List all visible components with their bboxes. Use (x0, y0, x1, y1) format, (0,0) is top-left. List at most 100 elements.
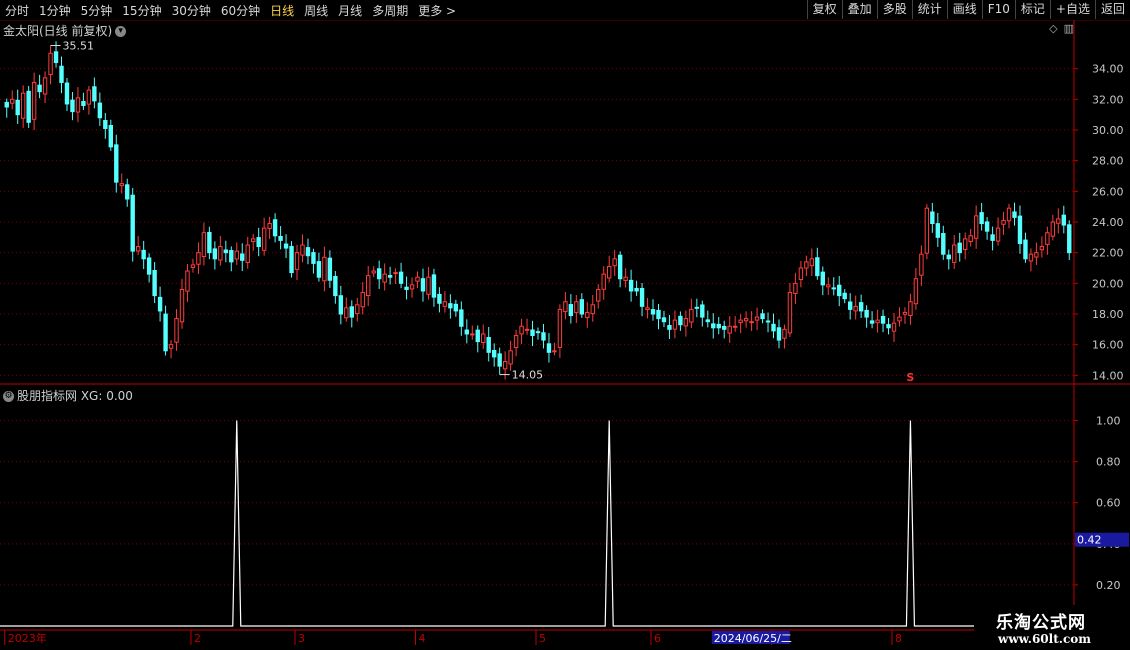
candle-body (886, 324, 891, 329)
candle-body (902, 311, 908, 315)
price-chart[interactable]: 14.00 16.00 18.00 20.00 22.00 24.00 26.00 28.00… (0, 0, 1130, 650)
candle-body (683, 318, 689, 327)
candle-body (196, 252, 201, 265)
candle-body (1056, 218, 1061, 224)
candle-body (656, 309, 661, 320)
candle-body (376, 268, 382, 280)
candle-body (847, 301, 853, 310)
x-tick-label: 8 (895, 632, 902, 645)
candle-body (1006, 207, 1012, 222)
candle-body (327, 257, 333, 281)
candle-body (645, 307, 650, 311)
candle-body (546, 343, 552, 353)
candle-body (212, 248, 218, 260)
candle-body (497, 353, 502, 367)
candle-body (875, 319, 880, 324)
candle-body (190, 264, 196, 268)
candle-body (990, 234, 995, 241)
candle-body (97, 102, 103, 119)
candle-body (300, 244, 305, 256)
candle-body (146, 257, 152, 275)
candle-body (53, 51, 59, 64)
candle-body (135, 246, 141, 252)
candle-body (705, 319, 710, 323)
candle-body (218, 246, 223, 261)
candle-body (590, 304, 595, 315)
candle-body (711, 323, 716, 329)
candle-body (64, 82, 70, 105)
candle-body (81, 101, 86, 106)
candle-body (809, 258, 815, 267)
candle-body (453, 303, 459, 312)
candle-body (387, 275, 393, 278)
y-tick-label: 16.00 (1092, 339, 1124, 352)
y-tick-label: 22.00 (1092, 247, 1124, 260)
indicator-y-tick-label: 1.00 (1096, 415, 1121, 428)
candle-body (491, 349, 497, 358)
y-tick-label: 26.00 (1092, 185, 1124, 198)
candle-body (771, 323, 776, 332)
candle-body (311, 252, 316, 264)
candle-body (787, 292, 793, 334)
candle-body (426, 276, 431, 295)
candle-body (10, 98, 15, 104)
candle-body (596, 288, 601, 302)
high-label: 35.51 (63, 40, 95, 53)
candle-body (229, 250, 234, 263)
y-tick-label: 32.00 (1092, 93, 1124, 106)
candle-body (437, 293, 442, 304)
candle-body (464, 329, 469, 335)
candle-body (732, 325, 738, 328)
candle-body (557, 308, 563, 348)
candle-body (607, 265, 612, 279)
candle-body (765, 320, 771, 323)
candle-body (294, 252, 300, 270)
candle-body (157, 296, 163, 312)
candle-body (880, 315, 886, 324)
candle-body (891, 322, 897, 332)
y-tick-label: 24.00 (1092, 216, 1124, 229)
candle-body (163, 313, 168, 352)
candle-body (519, 325, 524, 335)
candle-body (371, 270, 376, 274)
candle-body (617, 254, 623, 280)
candle-body (678, 315, 683, 326)
candle-body (782, 328, 787, 339)
candle-body (245, 244, 250, 263)
candle-body (864, 309, 869, 318)
candle-body (952, 244, 957, 263)
candle-body (1039, 246, 1045, 251)
cursor-value-label: 0.42 (1077, 534, 1102, 547)
candle-body (579, 299, 585, 315)
candle-body (75, 97, 81, 113)
y-tick-label: 34.00 (1092, 63, 1124, 76)
watermark: 乐淘公式网 www.60lt.com (974, 605, 1130, 650)
candle-body (366, 275, 371, 297)
candle-body (278, 235, 283, 241)
candle-body (481, 333, 486, 344)
candle-body (174, 318, 179, 343)
candle-body (639, 287, 645, 307)
candle-body (1050, 221, 1056, 237)
candle-body (754, 316, 760, 321)
candle-body (930, 211, 935, 225)
y-tick-label: 20.00 (1092, 277, 1124, 290)
candle-body (995, 227, 1001, 242)
y-tick-label: 14.00 (1092, 369, 1124, 382)
candle-body (508, 350, 513, 365)
candle-body (267, 223, 272, 229)
candle-body (716, 323, 721, 329)
candle-body (20, 92, 26, 119)
x-tick-label: 5 (539, 632, 546, 645)
candle-body (957, 242, 962, 254)
candle-body (837, 284, 842, 297)
candle-body (459, 309, 464, 327)
candle-body (475, 329, 480, 343)
candle-body (272, 219, 278, 237)
candle-body (541, 332, 546, 341)
indicator-y-tick-label: 0.60 (1096, 497, 1121, 510)
candle-body (207, 231, 212, 254)
x-tick-label: 6 (654, 632, 661, 645)
candle-body (409, 284, 415, 290)
candle-body (727, 325, 732, 334)
